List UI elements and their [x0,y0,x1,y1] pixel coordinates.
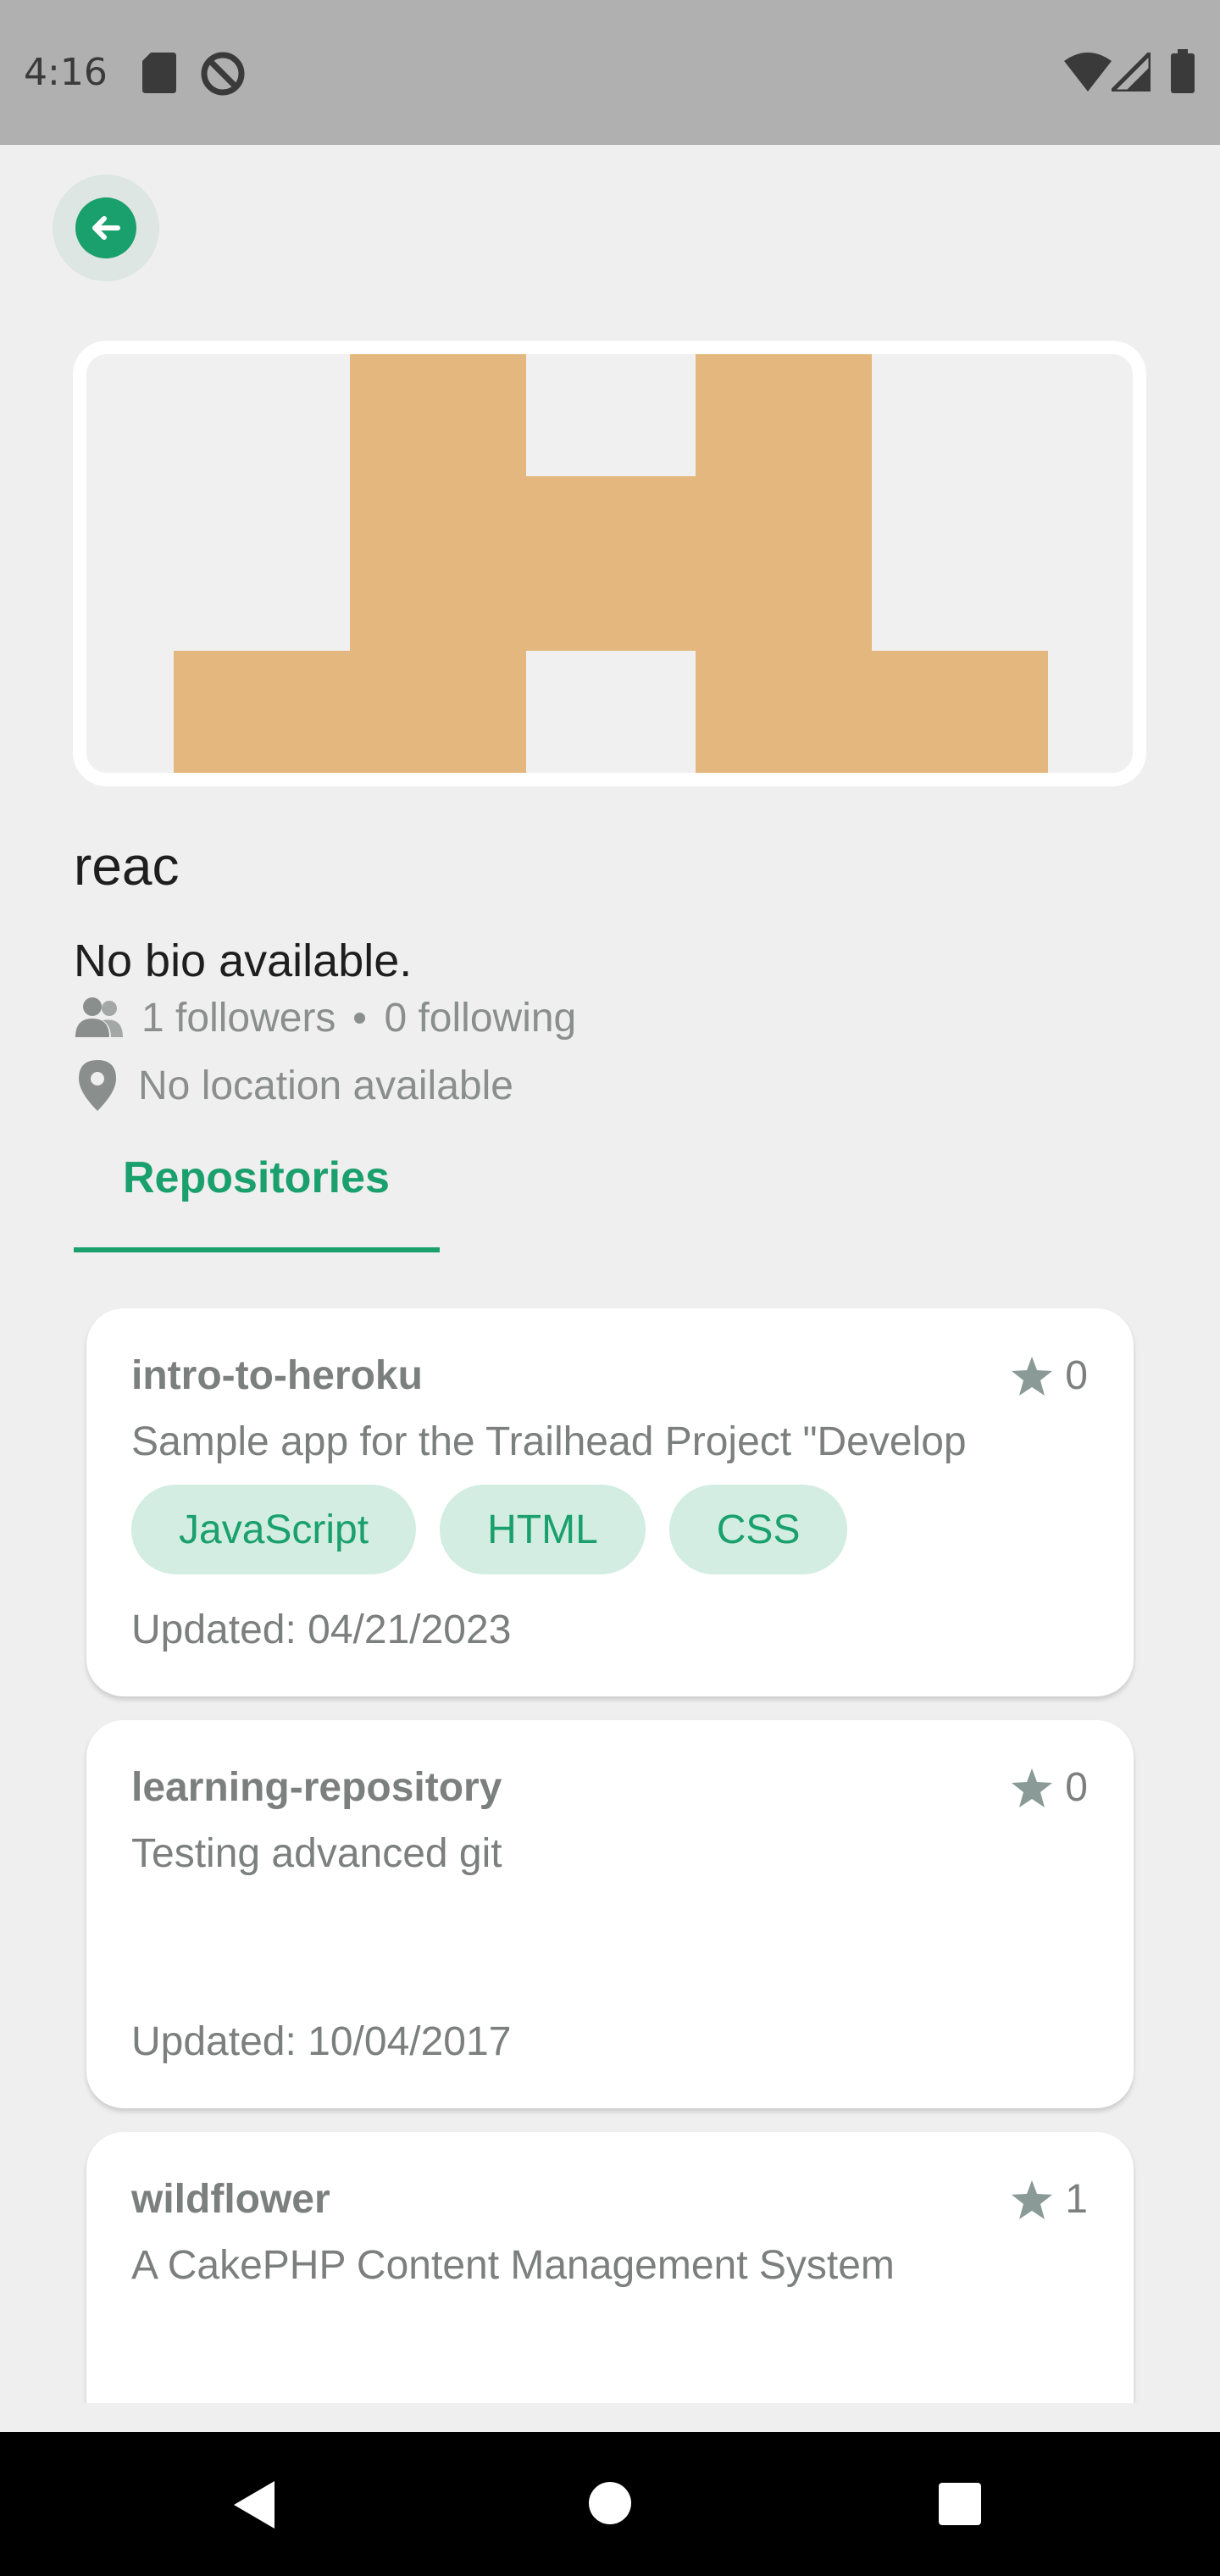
repository-list[interactable]: intro-to-heroku 0 Sample app for the Tra… [0,1305,1220,2403]
battery-icon [1171,49,1195,93]
repo-description: A CakePHP Content Management System [131,2243,895,2288]
recents-square-icon[interactable] [939,2483,981,2525]
back-button[interactable] [53,175,159,281]
repo-name: intro-to-heroku [131,1353,423,1398]
star-count: 1 [1065,2177,1088,2222]
do-not-disturb-icon [201,52,245,96]
people-icon [75,997,123,1037]
repo-stars: 0 [1011,1352,1088,1399]
repo-card[interactable]: intro-to-heroku 0 Sample app for the Tra… [86,1308,1134,1696]
separator-dot [354,1012,366,1024]
star-count: 0 [1065,1765,1088,1810]
language-chip: HTML [440,1485,646,1574]
repo-updated: Updated: 04/21/2023 [131,1607,512,1652]
star-icon [1012,2179,1053,2219]
repo-card[interactable]: wildflower 1 A CakePHP Content Managemen… [86,2132,1134,2403]
repo-stars: 1 [1011,2176,1088,2223]
repo-description: Sample app for the Trailhead Project "De… [131,1419,967,1464]
location-pin-icon [79,1060,116,1111]
follow-stats: 1 followers 0 following [74,988,576,1047]
star-icon [1012,1768,1053,1807]
home-circle-icon[interactable] [588,2481,632,2525]
location-row: No location available [74,1055,513,1116]
following-count: 0 following [384,995,577,1041]
status-bar: 4:16 [0,0,1220,145]
star-icon [1012,1356,1053,1396]
language-chips: JavaScript HTML CSS [131,1485,848,1574]
arrow-left-icon [92,216,120,240]
back-button-inner [75,197,136,258]
system-nav-bar [0,2432,1220,2576]
wifi-icon [1064,53,1112,92]
language-chip: JavaScript [131,1485,417,1574]
repo-card[interactable]: learning-repository 0 Testing advanced g… [86,1720,1134,2108]
tab-indicator [74,1247,440,1252]
sd-card-icon [142,53,176,93]
username: reac [74,836,180,897]
repo-name: wildflower [131,2177,330,2222]
avatar [73,341,1146,786]
followers-count: 1 followers [141,995,336,1041]
star-count: 0 [1065,1353,1088,1398]
repo-updated: Updated: 10/04/2017 [131,2019,512,2064]
signal-icon [1112,53,1151,92]
repo-stars: 0 [1011,1764,1088,1811]
back-triangle-icon[interactable] [230,2479,276,2530]
tab-label: Repositories [123,1153,390,1202]
identicon-image [174,354,1048,773]
status-time: 4:16 [24,51,108,94]
tab-repositories[interactable]: Repositories [74,1144,440,1252]
location-text: No location available [138,1063,513,1108]
repo-description: Testing advanced git [131,1831,502,1876]
bio: No bio available. [74,935,413,986]
language-chip: CSS [668,1485,848,1574]
repo-name: learning-repository [131,1765,502,1810]
